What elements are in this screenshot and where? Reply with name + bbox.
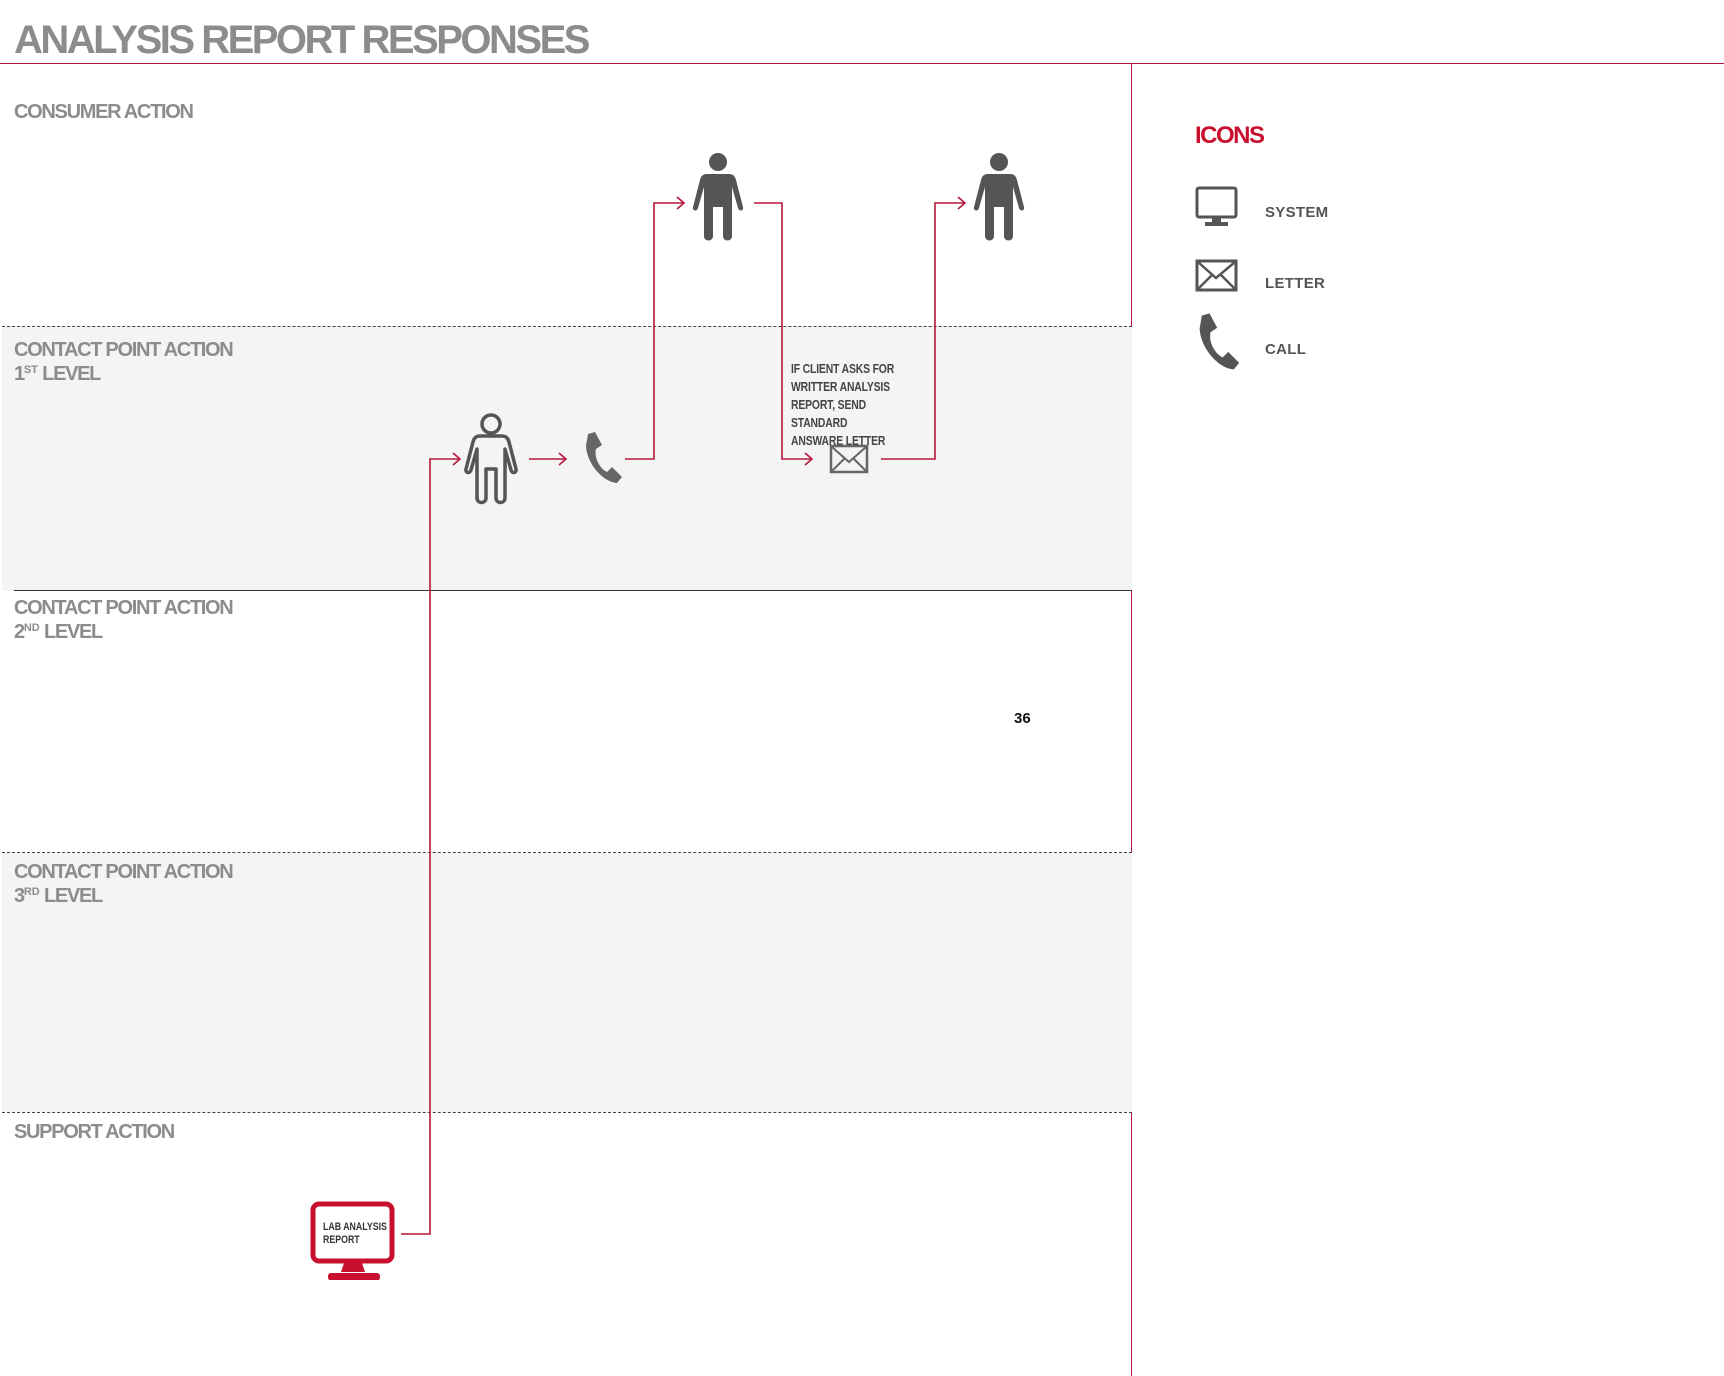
legend-label: CALL: [1265, 341, 1307, 358]
connector-lab-to-contact: [401, 458, 459, 1235]
legend-label: SYSTEM: [1265, 204, 1329, 221]
flow-diagram: [310, 153, 1240, 1280]
person-outline-icon: [464, 413, 518, 505]
legend-title: ICONS: [1195, 122, 1265, 149]
flow-connectors: [401, 202, 964, 1235]
phone-icon: [586, 432, 622, 483]
lab-report-label: LAB ANALYSIS REPORT: [323, 1221, 387, 1246]
person-filled-icon: [973, 153, 1025, 241]
letter-condition-note: IF CLIENT ASKS FOR WRITTER ANALYSIS REPO…: [791, 361, 895, 448]
page-number: 36: [1014, 710, 1031, 727]
person-filled-icon: [692, 153, 744, 241]
legend-monitor-icon: [1195, 186, 1238, 226]
legend-phone-icon: [1199, 313, 1240, 370]
legend-label: LETTER: [1265, 275, 1326, 292]
connector-call-to-consumer: [625, 202, 683, 460]
legend-envelope-icon: [1195, 259, 1238, 292]
